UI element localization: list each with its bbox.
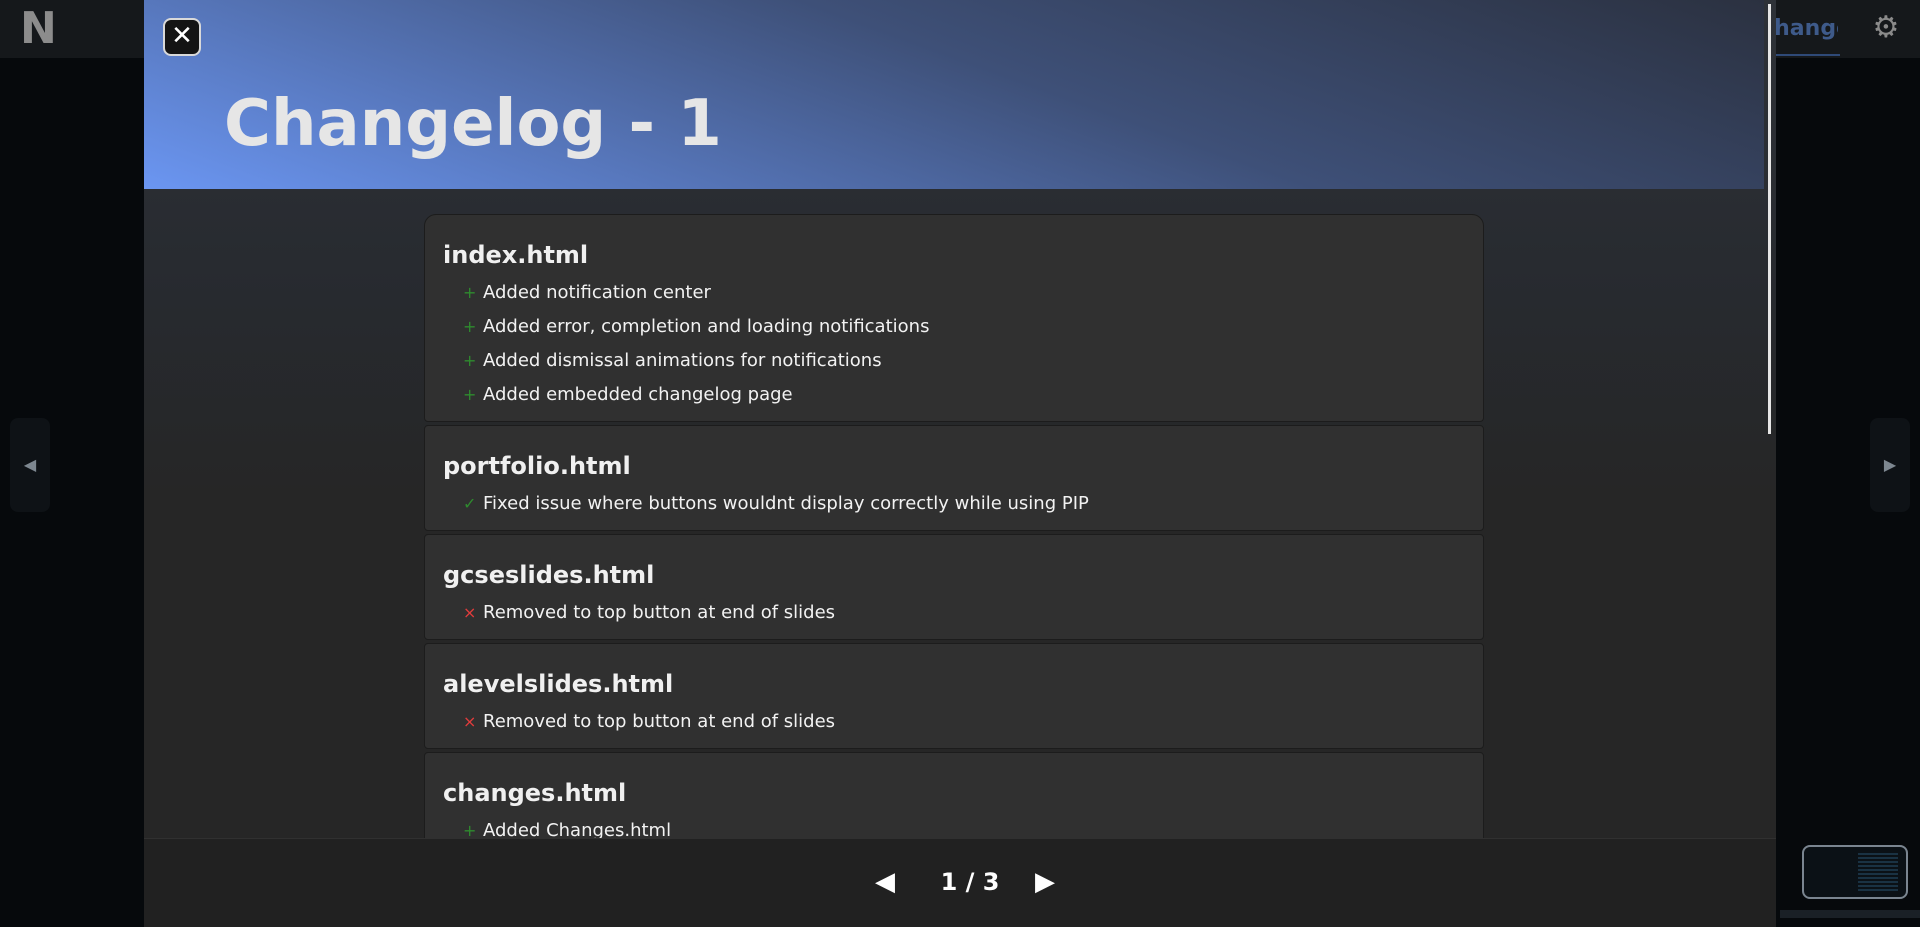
changelog-card: gcseslides.html × Removed to top button at… xyxy=(424,534,1484,640)
plus-icon: + xyxy=(463,350,477,370)
modal-title: Changelog - 1 xyxy=(224,87,722,161)
close-button[interactable]: ✕ xyxy=(163,18,201,56)
check-icon: ✓ xyxy=(463,493,477,513)
right-arrow-icon[interactable]: ▶ xyxy=(1870,418,1910,512)
card-file-title: portfolio.html xyxy=(443,452,631,480)
left-arrow-icon[interactable]: ◀ xyxy=(10,418,50,512)
plus-icon: + xyxy=(463,384,477,404)
mini-preview-thumbnail xyxy=(1858,853,1898,893)
changelog-entry: + Added notification center xyxy=(443,275,1465,309)
card-file-title: alevelslides.html xyxy=(443,670,674,698)
gear-icon[interactable]: ⚙ xyxy=(1870,12,1902,44)
cross-icon: × xyxy=(463,602,477,622)
changelog-entry: ✓ Fixed issue where buttons wouldnt displ… xyxy=(443,486,1465,520)
logo-icon[interactable]: N xyxy=(20,7,60,51)
pagination-footer: ◀ 1 / 3 ▶ xyxy=(144,838,1776,927)
entry-text: Added dismissal animations for notificat… xyxy=(483,349,882,371)
prev-arrow-icon[interactable]: ◀ xyxy=(872,867,898,897)
entry-text: Added embedded changelog page xyxy=(483,383,793,405)
plus-icon: + xyxy=(463,316,477,336)
plus-icon: + xyxy=(463,820,477,839)
card-file-title: index.html xyxy=(443,241,589,269)
entry-text: Removed to top button at end of slides xyxy=(483,710,836,732)
changelog-modal: Changelog - 1 ✕ index.html + Added notific… xyxy=(144,0,1776,927)
changelog-card: changes.html+Added Changes.html+Fixed me… xyxy=(424,752,1484,838)
next-arrow-icon[interactable]: ▶ xyxy=(1032,867,1058,897)
cross-icon: × xyxy=(463,711,477,731)
modal-header: Changelog - 1 xyxy=(144,0,1764,189)
changelog-entry: × Removed to top button at end of slides xyxy=(443,595,1465,629)
changelog-card: portfolio.html ✓ Fixed issue where buttons… xyxy=(424,425,1484,531)
card-file-title: changes.html xyxy=(443,779,627,807)
page-indicator: 1 / 3 xyxy=(940,868,1000,896)
changelog-entry: + Added Changes.html xyxy=(443,813,1465,839)
changelog-card: index.html + Added notification center + Add… xyxy=(424,214,1484,422)
mini-preview-bar xyxy=(1780,910,1920,918)
entry-text: Added Changes.html xyxy=(483,819,672,839)
close-icon: ✕ xyxy=(171,21,193,51)
entry-text: Removed to top button at end of slides xyxy=(483,601,836,623)
changelog-entry: + Added dismissal animations for notifica… xyxy=(443,343,1465,377)
entry-text: Added error, completion and loading noti… xyxy=(483,315,930,337)
changelog-entry: + Added error, completion and loading not… xyxy=(443,309,1465,343)
entry-text: Added notification center xyxy=(483,281,711,303)
changelog-list: index.html + Added notification center + Add… xyxy=(424,214,1484,838)
mini-preview-window[interactable] xyxy=(1802,845,1908,899)
plus-icon: + xyxy=(463,282,477,302)
entry-text: Fixed issue where buttons wouldnt displa… xyxy=(483,492,1089,514)
changelog-entry: + Added embedded changelog page xyxy=(443,377,1465,411)
scrollbar-thumb[interactable] xyxy=(1768,4,1771,434)
changelog-card: alevelslides.html × Removed to top button … xyxy=(424,643,1484,749)
changelog-entry: × Removed to top button at end of slides xyxy=(443,704,1465,738)
card-file-title: gcseslides.html xyxy=(443,561,655,589)
